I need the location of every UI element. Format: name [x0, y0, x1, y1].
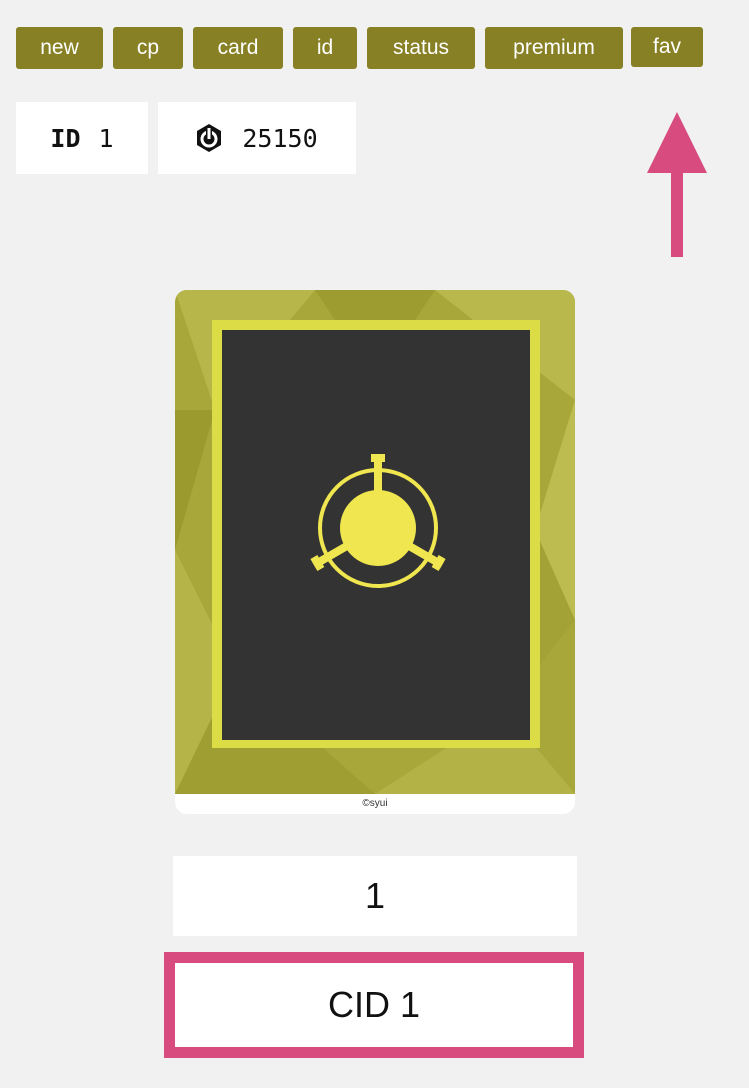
tab-card[interactable]: card [193, 27, 283, 69]
user-info: ID 1 25150 [16, 102, 356, 174]
tab-id[interactable]: id [293, 27, 357, 69]
card-image[interactable]: ©syui [175, 290, 575, 814]
pointer-arrow-icon [647, 112, 707, 257]
id-value: 1 [98, 123, 114, 153]
points-box: 25150 [158, 102, 356, 174]
tab-status[interactable]: status [367, 27, 475, 69]
card-art [175, 290, 575, 794]
cid-box[interactable]: CID 1 [164, 952, 584, 1058]
tab-fav[interactable]: fav [631, 27, 703, 67]
card-credit: ©syui [362, 798, 388, 809]
tab-premium[interactable]: premium [485, 27, 623, 69]
tab-cp[interactable]: cp [113, 27, 183, 69]
tab-new[interactable]: new [16, 27, 103, 69]
tab-bar: new cp card id status premium fav [16, 27, 703, 69]
card-number: 1 [173, 856, 577, 936]
power-icon [196, 123, 222, 153]
user-id-box: ID 1 [16, 102, 148, 174]
id-label: ID [50, 123, 81, 153]
points-value: 25150 [242, 123, 318, 153]
